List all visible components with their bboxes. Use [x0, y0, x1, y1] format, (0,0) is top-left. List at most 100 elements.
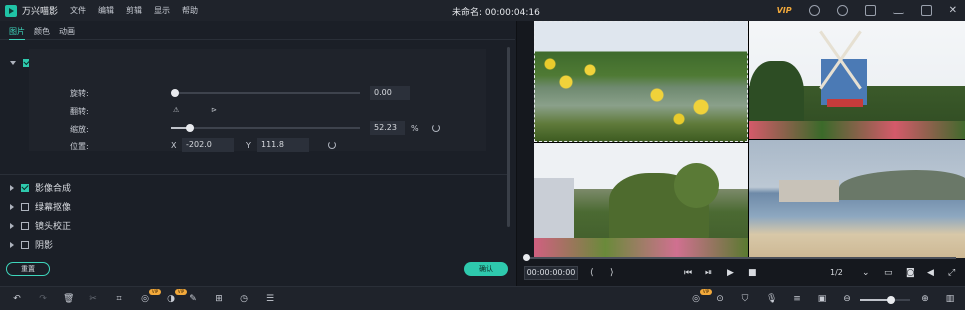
properties-tabs: 图片 颜色 动画: [0, 21, 515, 40]
scale-slider-handle[interactable]: [185, 124, 194, 132]
speed-icon[interactable]: ◎: [140, 294, 150, 304]
position-x-input[interactable]: -202.0: [182, 138, 234, 152]
tab-animation[interactable]: 动画: [59, 26, 75, 39]
stop-icon[interactable]: ■: [748, 268, 757, 278]
undo-icon[interactable]: ↶: [12, 294, 22, 304]
stabilize-icon[interactable]: ⊞: [214, 294, 224, 304]
account-icon[interactable]: [808, 5, 820, 16]
preview-photo-beach: [749, 140, 965, 258]
mark-out-icon[interactable]: ⟩: [610, 268, 614, 278]
expand-arrow-icon[interactable]: [10, 203, 14, 210]
flip-vertical-icon[interactable]: ⊳: [211, 106, 220, 114]
close-icon[interactable]: ✕: [949, 5, 957, 16]
settings-icon[interactable]: ☰: [265, 294, 275, 304]
bottom-toolbar: ↶ ↷ 🗑 ✂ ⌗ ◎ VIP ◑ VIP ✎ ⊞ ◷ ☰ ◎ VIP ⊙ ⛉ …: [0, 286, 965, 310]
timer-icon[interactable]: ◷: [239, 294, 249, 304]
color-vip-badge: VIP: [175, 289, 187, 295]
scale-label: 缩放:: [70, 125, 89, 134]
display-icon[interactable]: ▭: [884, 268, 893, 278]
playhead-handle[interactable]: [523, 254, 530, 261]
delete-icon[interactable]: 🗑: [63, 294, 74, 304]
app-name: 万兴喵影: [22, 7, 59, 17]
preview-canvas[interactable]: [534, 21, 965, 258]
subtitle-icon[interactable]: ▣: [817, 294, 827, 304]
scale-input[interactable]: 52.23: [370, 121, 405, 135]
preview-photo-elephants: [534, 143, 748, 258]
play-reverse-icon[interactable]: ⏯: [705, 268, 712, 278]
compositing-checkbox[interactable]: [21, 183, 29, 192]
message-icon[interactable]: [836, 5, 848, 16]
title-bar: 万兴喵影 文件 编辑 剪辑 显示 帮助 未命名: 00:00:04:16 VIP…: [0, 0, 965, 21]
tab-color[interactable]: 颜色: [34, 26, 50, 39]
mark-in-icon[interactable]: ⟨: [590, 268, 594, 278]
panel-icon[interactable]: ▥: [945, 294, 955, 304]
scale-unit: %: [411, 124, 419, 133]
redo-icon[interactable]: ↷: [38, 294, 48, 304]
render-vip-badge: VIP: [700, 289, 712, 295]
lens-correction-checkbox[interactable]: [21, 221, 29, 230]
section-shadow-label: 阴影: [35, 241, 54, 251]
properties-scrollbar[interactable]: [507, 47, 510, 227]
scale-slider[interactable]: [171, 124, 360, 132]
chevron-down-icon[interactable]: ⌄: [862, 268, 870, 278]
fullscreen-icon[interactable]: ⤢: [948, 268, 955, 278]
section-lens-correction[interactable]: 镜头校正: [10, 219, 71, 232]
expand-arrow-icon[interactable]: [10, 60, 16, 65]
flip-horizontal-icon[interactable]: ⚠: [173, 106, 182, 114]
play-icon[interactable]: ▶: [727, 268, 734, 278]
shadow-checkbox[interactable]: [21, 240, 29, 249]
scale-reset-icon[interactable]: [432, 124, 440, 132]
rotate-slider[interactable]: [171, 89, 360, 97]
section-compositing[interactable]: 影像合成: [10, 181, 71, 194]
expand-arrow-icon[interactable]: [10, 184, 14, 191]
playback-timeline[interactable]: [523, 254, 956, 261]
audio-mix-icon[interactable]: ≡: [792, 294, 802, 304]
minimize-icon[interactable]: [892, 8, 904, 14]
rotate-slider-handle[interactable]: [171, 89, 179, 97]
hotel-building: [779, 180, 839, 202]
divider: [0, 174, 508, 175]
tab-image[interactable]: 图片: [9, 26, 25, 40]
volume-icon[interactable]: ◀: [927, 268, 934, 278]
color-icon[interactable]: ◑: [166, 294, 176, 304]
zoom-slider-handle[interactable]: [887, 296, 895, 304]
render-icon[interactable]: ◎: [691, 294, 701, 304]
section-compositing-label: 影像合成: [35, 184, 72, 194]
chroma-key-checkbox[interactable]: [21, 202, 29, 211]
section-chroma-key[interactable]: 绿幕抠像: [10, 200, 71, 213]
menu-help[interactable]: 帮助: [182, 5, 198, 16]
zoom-in-icon[interactable]: ⊕: [920, 294, 930, 304]
section-shadow[interactable]: 阴影: [10, 238, 53, 251]
zoom-slider[interactable]: [860, 296, 910, 304]
zoom-slider-fill: [860, 299, 890, 301]
vip-badge[interactable]: VIP: [777, 6, 792, 15]
transform-panel: [29, 49, 486, 151]
y-label: Y: [246, 141, 251, 150]
download-icon[interactable]: [864, 5, 876, 16]
expand-arrow-icon[interactable]: [10, 222, 14, 229]
menu-clip[interactable]: 剪辑: [126, 5, 142, 16]
reset-button[interactable]: 重置: [6, 262, 50, 276]
pen-icon[interactable]: ✎: [188, 294, 198, 304]
crop-icon[interactable]: ⌗: [114, 294, 124, 304]
expand-arrow-icon[interactable]: [10, 241, 14, 248]
rotate-label: 旋转:: [70, 89, 89, 98]
zoom-out-icon[interactable]: ⊖: [842, 294, 852, 304]
cut-icon[interactable]: ✂: [88, 294, 98, 304]
quality-select[interactable]: 1/2: [830, 268, 843, 277]
ok-button[interactable]: 确认: [464, 262, 508, 276]
position-y-input[interactable]: 111.8: [257, 138, 309, 152]
menu-file[interactable]: 文件: [70, 5, 86, 16]
menu-view[interactable]: 显示: [154, 5, 170, 16]
snapshot-icon[interactable]: ◙: [906, 268, 915, 278]
prev-frame-icon[interactable]: ⏮: [684, 268, 692, 278]
restore-icon[interactable]: [920, 5, 932, 16]
menu-edit[interactable]: 编辑: [98, 5, 114, 16]
position-reset-icon[interactable]: [328, 141, 336, 149]
shield-icon[interactable]: ⛉: [740, 294, 750, 304]
motion-track-icon[interactable]: ⊙: [715, 294, 725, 304]
selection-box[interactable]: [534, 21, 748, 142]
rotate-input[interactable]: 0.00: [370, 86, 410, 100]
mic-icon[interactable]: 🎙: [766, 294, 777, 304]
flip-label: 翻转:: [70, 107, 89, 116]
